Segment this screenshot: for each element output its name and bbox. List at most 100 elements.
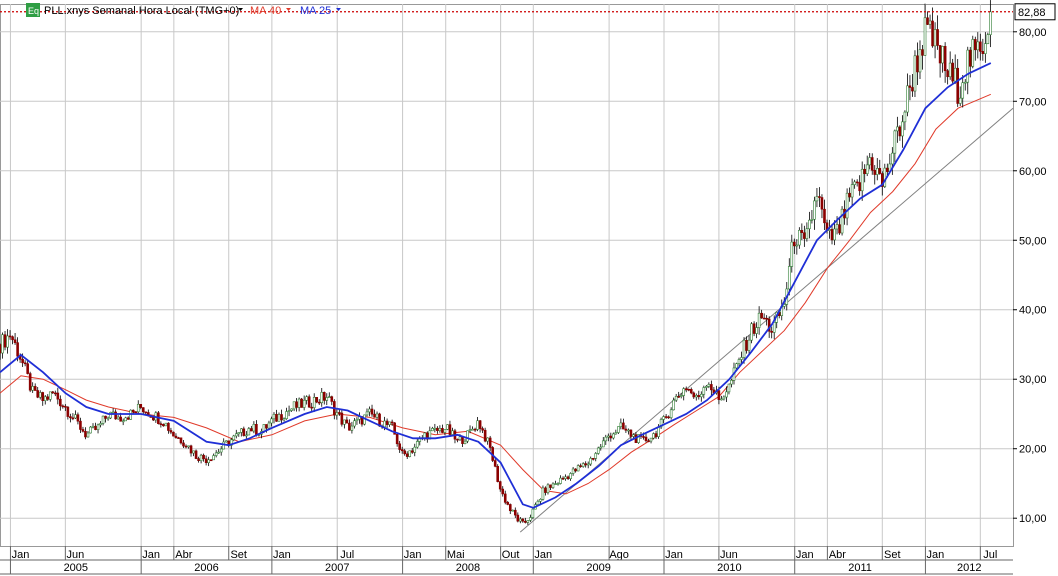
candle-body (770, 330, 773, 333)
candle-body (144, 411, 148, 414)
candle-body (858, 182, 861, 192)
candle-body (476, 420, 479, 430)
candle-body (265, 424, 268, 429)
candle-body (0, 344, 2, 354)
candle-body (255, 424, 258, 435)
candle-body (307, 396, 311, 408)
year-tick-label: 2010 (717, 562, 741, 574)
candle-body (355, 418, 359, 422)
candle-body (918, 49, 922, 73)
ma40-legend[interactable]: MA 40 (250, 5, 281, 17)
candle-body (277, 414, 281, 422)
candle-body (823, 208, 826, 224)
candle-body (531, 508, 535, 518)
candle-body (624, 428, 628, 431)
year-tick-label: 2007 (325, 562, 349, 574)
candle-body (702, 387, 706, 395)
candle-body (224, 440, 228, 443)
candle-body (803, 232, 806, 239)
candle-body (413, 446, 417, 453)
candle-body (315, 397, 319, 403)
candle-body (383, 420, 386, 428)
candle-body (139, 403, 143, 408)
y-tick-label: 80,00 (1019, 27, 1047, 39)
candle-body (184, 445, 188, 448)
candle-body (343, 419, 346, 425)
candle-body (549, 484, 552, 488)
candle-body (365, 411, 369, 416)
candle-body (466, 430, 469, 442)
month-tick-label: Set (230, 549, 247, 561)
candle-body (717, 390, 721, 400)
candle-body (820, 197, 824, 210)
candle-body (833, 228, 836, 241)
candle-body (700, 393, 703, 398)
candle-body (297, 398, 301, 408)
chart-header: Eq PLL.xnys Semanal Hora Local (TMG+0) M… (26, 3, 341, 17)
ma25-line (0, 62, 992, 509)
y-tick-label: 10,00 (1019, 513, 1047, 525)
candle-body (182, 442, 185, 447)
candle-body (1, 334, 4, 354)
candle-body (267, 422, 271, 429)
candle-body (519, 518, 522, 522)
month-tick-label: Jul (340, 549, 354, 561)
candle-body (59, 398, 62, 407)
candle-body (350, 425, 354, 431)
candle-body (272, 413, 276, 420)
month-tick-label: Mai (447, 549, 465, 561)
candle-body (461, 436, 464, 444)
candle-body (375, 413, 379, 418)
candle-body (554, 483, 557, 485)
candle-body (855, 181, 859, 184)
candle-body (546, 484, 550, 493)
candle-body (556, 483, 560, 485)
candle-body (571, 468, 575, 474)
candle-body (800, 230, 804, 234)
candle-layer (0, 0, 992, 525)
symbol-title[interactable]: PLL.xnys Semanal Hora Local (TMG+0) (44, 5, 239, 17)
candle-body (697, 395, 701, 398)
candle-body (755, 327, 758, 334)
candle-body (456, 438, 459, 441)
candle-body (506, 502, 510, 505)
candle-body (730, 379, 733, 385)
candle-body (564, 476, 567, 479)
candle-body (496, 466, 500, 482)
candle-body (973, 39, 977, 51)
candle-body (737, 359, 741, 364)
ma25-legend[interactable]: MA 25 (300, 5, 331, 17)
candle-body (579, 465, 582, 467)
candle-body (405, 453, 409, 457)
candle-body (976, 41, 980, 51)
candle-body (177, 437, 180, 439)
price-chart[interactable]: 82,88 10,00 20,00 30,00 40,00 50,00 60,00 70,0… (0, 0, 1058, 576)
candle-body (629, 429, 633, 437)
candle-body (167, 422, 170, 431)
candle-body (941, 46, 944, 64)
candle-body (111, 411, 115, 414)
candle-body (194, 450, 198, 459)
candle-body (835, 224, 839, 230)
candle-body (214, 452, 218, 456)
candle-body (913, 55, 917, 92)
candle-body (436, 427, 439, 431)
y-tick-label: 40,00 (1019, 305, 1047, 317)
candle-body (285, 411, 288, 419)
candle-body (400, 449, 404, 452)
candle-body (963, 81, 967, 84)
candle-body (448, 424, 452, 435)
candle-body (853, 181, 856, 185)
candle-body (493, 460, 497, 467)
candle-body (99, 423, 102, 426)
candle-body (415, 441, 419, 448)
candle-body (594, 453, 598, 459)
plot-frame (0, 4, 1014, 547)
candle-body (873, 169, 877, 175)
candle-body (189, 445, 193, 454)
candle-body (209, 459, 213, 462)
year-tick-label: 2009 (586, 562, 610, 574)
candle-body (672, 399, 675, 411)
candle-body (614, 432, 618, 435)
candle-body (28, 373, 32, 391)
